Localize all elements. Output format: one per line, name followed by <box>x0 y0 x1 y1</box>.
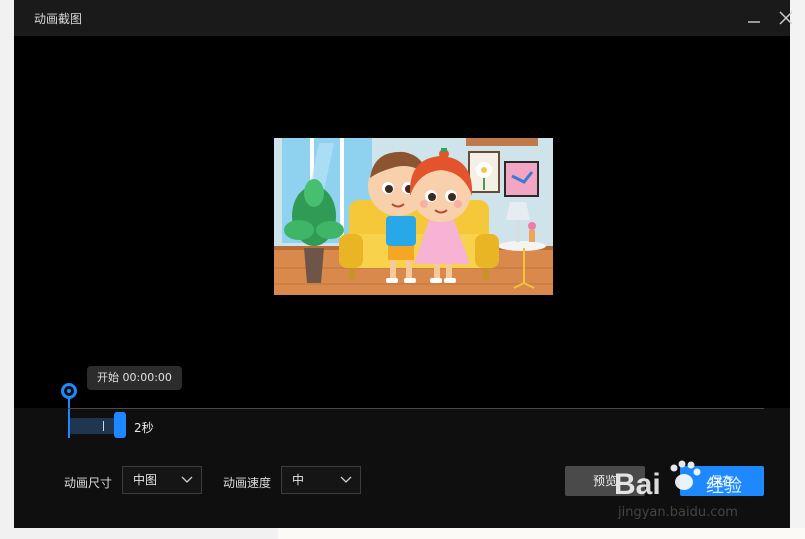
page-background-strip <box>790 0 805 539</box>
speed-label: 动画速度 <box>223 476 272 490</box>
start-time-tooltip: 开始 00:00:00 <box>87 366 182 390</box>
save-button[interactable]: 保存 <box>680 466 764 496</box>
close-icon <box>779 11 793 25</box>
cartoon-preview-image <box>274 138 553 295</box>
chevron-down-icon <box>181 476 193 483</box>
chevron-down-icon <box>340 476 352 483</box>
close-button[interactable] <box>776 8 796 28</box>
animation-screenshot-dialog: 动画截图 开始 00:00:00 2秒 动画尺寸 中图 动画速度 中 预览 保存 <box>14 0 793 528</box>
range-tick <box>103 421 104 431</box>
start-marker-handle[interactable] <box>61 383 77 399</box>
timeline-track[interactable] <box>68 408 764 409</box>
speed-select[interactable]: 中 <box>281 466 361 494</box>
range-end-handle[interactable] <box>114 412 126 438</box>
size-label: 动画尺寸 <box>64 476 113 490</box>
size-select-value: 中图 <box>133 473 158 487</box>
size-select[interactable]: 中图 <box>122 466 202 494</box>
title-bar: 动画截图 <box>14 0 793 36</box>
speed-select-value: 中 <box>292 473 305 487</box>
minimize-button[interactable] <box>744 8 764 28</box>
selected-range-bar <box>70 418 118 434</box>
minimize-icon <box>748 21 760 23</box>
page-background-bottom <box>278 528 805 539</box>
dialog-title: 动画截图 <box>34 12 83 26</box>
preview-button[interactable]: 预览 <box>565 466 645 496</box>
preview-canvas <box>14 36 790 408</box>
duration-label: 2秒 <box>134 421 154 435</box>
